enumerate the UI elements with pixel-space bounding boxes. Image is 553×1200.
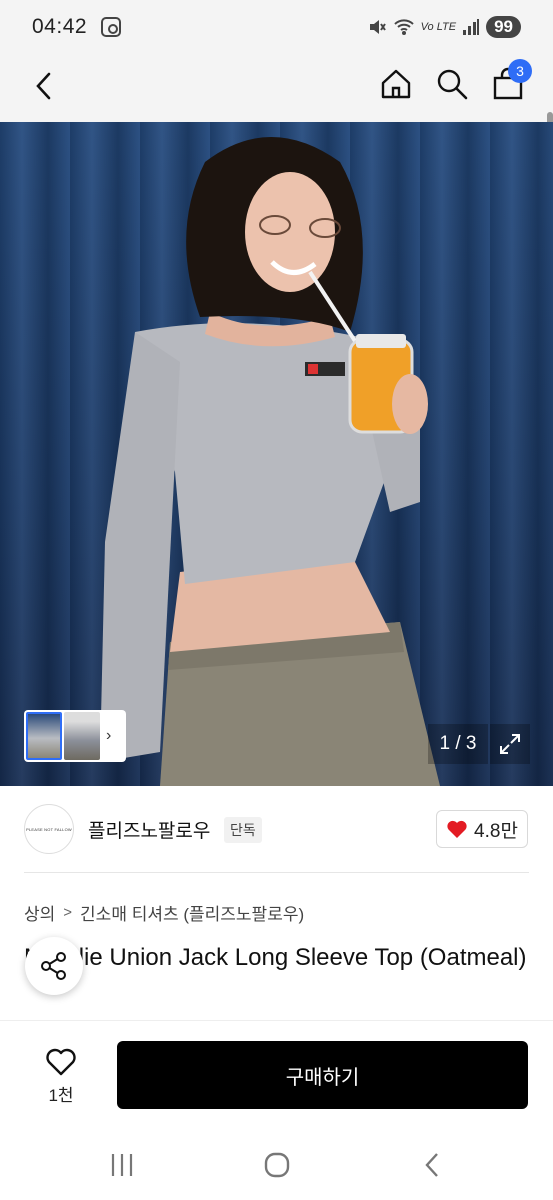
wishlist-button[interactable]: 1천 (24, 1041, 98, 1111)
recent-apps-button[interactable] (100, 1148, 144, 1182)
home-icon (381, 69, 411, 99)
cart-count-badge: 3 (508, 59, 532, 83)
network-label: Vo LTE (420, 21, 457, 33)
divider (24, 872, 529, 873)
heart-filled-icon (447, 820, 467, 838)
thumbnail-strip[interactable]: › (24, 710, 126, 762)
home-button[interactable] (374, 62, 418, 106)
screen-capture-icon (101, 17, 122, 37)
status-icons: Vo LTE 99 (367, 16, 521, 38)
product-title: Maddie Union Jack Long Sleeve Top (Oatme… (24, 944, 527, 971)
app-header: 3 (0, 54, 553, 162)
expand-button[interactable] (490, 724, 530, 764)
wifi-icon (393, 19, 414, 35)
breadcrumb-category[interactable]: 상의 (24, 900, 55, 925)
image-pager: 1 / 3 (428, 724, 488, 764)
system-back-button[interactable] (410, 1148, 454, 1182)
signal-icon (463, 19, 480, 35)
back-button[interactable] (22, 64, 66, 108)
expand-icon (500, 734, 520, 754)
brand-logo[interactable]: PLEASE NOT FALLOW (24, 804, 74, 854)
search-icon (437, 69, 468, 100)
model-photo-illustration (100, 137, 440, 786)
brand-logo-text: PLEASE NOT FALLOW (26, 826, 72, 832)
brand-name[interactable]: 플리즈노팔로우 (88, 816, 210, 843)
thumbnail-chevron-icon[interactable]: › (106, 727, 111, 745)
status-time: 04:42 (32, 15, 88, 38)
search-button[interactable] (430, 62, 474, 106)
system-back-icon (425, 1153, 438, 1177)
brand-row[interactable]: PLEASE NOT FALLOW 플리즈노팔로우 단독 4.8만 (0, 786, 553, 872)
thumbnail-2[interactable] (64, 712, 100, 760)
back-arrow-icon (36, 72, 51, 100)
home-circle-icon (264, 1152, 290, 1178)
thumbnail-1[interactable] (26, 712, 62, 760)
home-system-button[interactable] (255, 1148, 299, 1182)
share-button[interactable] (25, 937, 83, 995)
breadcrumb-separator-icon: > (63, 904, 73, 921)
breadcrumb: 상의 > 긴소매 티셔츠 (플리즈노팔로우) (24, 900, 304, 925)
mute-icon (369, 20, 386, 34)
recent-apps-icon (111, 1154, 133, 1176)
share-icon (41, 952, 66, 980)
status-bar: 04:42 Vo LTE 99 (0, 0, 553, 54)
heart-outline-icon (46, 1048, 76, 1075)
buy-button[interactable]: 구매하기 (117, 1041, 528, 1109)
exclusive-badge: 단독 (224, 817, 262, 843)
battery-indicator: 99 (486, 16, 521, 38)
cart-button[interactable]: 3 (486, 59, 532, 106)
breadcrumb-subcategory[interactable]: 긴소매 티셔츠 (플리즈노팔로우) (80, 900, 304, 925)
bottom-action-bar: 1천 구매하기 (0, 1020, 553, 1130)
system-navigation-bar (0, 1130, 553, 1200)
brand-like-count: 4.8만 (474, 820, 518, 842)
wishlist-count: 1천 (48, 1085, 74, 1105)
product-image[interactable]: › 1 / 3 (0, 122, 553, 786)
brand-like-button[interactable]: 4.8만 (436, 810, 528, 848)
